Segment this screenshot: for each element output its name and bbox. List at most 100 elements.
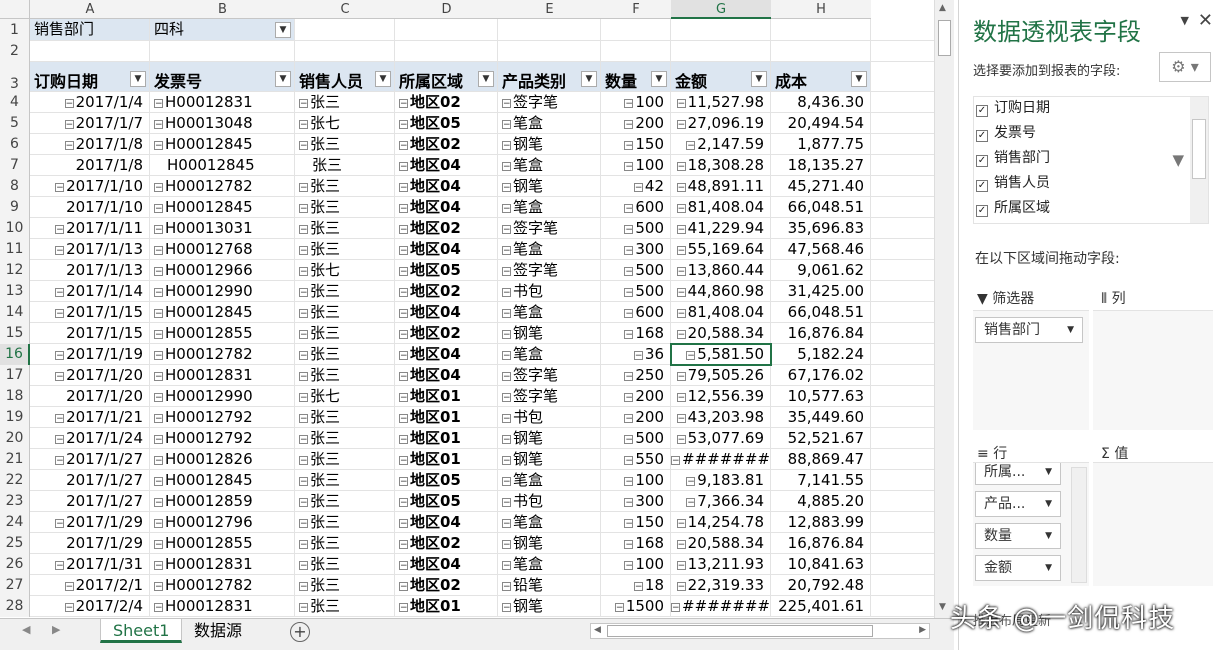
tab-next-icon[interactable]: ▶ (52, 623, 60, 636)
data-cell-b[interactable]: − H00013048 (150, 113, 295, 133)
collapse-icon[interactable]: − (502, 309, 511, 319)
data-cell-h[interactable]: 4,885.20 (771, 491, 871, 511)
data-cell-e[interactable]: − 笔盒 (498, 155, 601, 175)
data-cell-d[interactable]: − 地区05 (395, 260, 498, 280)
data-cell-e[interactable]: − 钢笔 (498, 533, 601, 553)
data-cell-d[interactable]: − 地区01 (395, 428, 498, 448)
data-cell-c[interactable]: − 张三 (295, 596, 395, 616)
collapse-icon[interactable]: − (633, 351, 643, 361)
collapse-icon[interactable]: − (502, 519, 511, 529)
collapse-icon[interactable]: − (64, 141, 74, 151)
row-header-23[interactable]: 23 (0, 491, 30, 512)
data-cell-c[interactable]: − 张三 (295, 554, 395, 574)
collapse-icon[interactable]: − (55, 246, 65, 256)
row-header-20[interactable]: 20 (0, 428, 30, 449)
data-cell-d[interactable]: − 地区02 (395, 575, 498, 595)
data-cell-g[interactable]: −81,408.04 (671, 302, 771, 322)
collapse-icon[interactable]: − (502, 393, 511, 403)
data-cell-a[interactable]: −2017/1/11 (30, 218, 150, 238)
data-cell-b[interactable]: − H00012782 (150, 344, 295, 364)
data-cell-c[interactable]: − 张三 (295, 533, 395, 553)
row-field-chip[interactable]: 产品... ▼ (975, 491, 1061, 517)
collapse-icon[interactable]: − (299, 183, 308, 193)
collapse-icon[interactable]: − (55, 456, 65, 466)
data-cell-f[interactable]: −1500 (601, 596, 671, 616)
collapse-icon[interactable]: − (676, 120, 686, 130)
collapse-icon[interactable]: − (154, 183, 163, 193)
collapse-icon[interactable]: − (676, 519, 686, 529)
collapse-icon[interactable]: − (624, 540, 634, 550)
collapse-icon[interactable]: − (299, 120, 308, 130)
data-cell-d[interactable]: − 地区01 (395, 596, 498, 616)
collapse-icon[interactable]: − (624, 267, 634, 277)
data-cell-b[interactable]: − H00012845 (150, 197, 295, 217)
collapse-icon[interactable]: − (154, 561, 163, 571)
data-cell-e[interactable]: − 书包 (498, 491, 601, 511)
collapse-icon[interactable]: − (154, 477, 163, 487)
data-cell-h[interactable]: 20,792.48 (771, 575, 871, 595)
column-header-a[interactable]: A (30, 0, 150, 19)
data-cell-g[interactable]: −7,366.34 (671, 491, 771, 511)
filter-value-cell[interactable]: 四科 ▼ (150, 19, 295, 40)
data-cell-g[interactable]: −41,229.94 (671, 218, 771, 238)
empty-cell[interactable] (498, 19, 601, 40)
data-cell-c[interactable]: − 张三 (295, 365, 395, 385)
data-cell-e[interactable]: − 钢笔 (498, 449, 601, 469)
row-header-3[interactable]: 3 (0, 62, 30, 92)
data-cell-a[interactable]: −2017/2/1 (30, 575, 150, 595)
chevron-down-icon[interactable]: ▼ (478, 71, 494, 87)
data-cell-e[interactable]: − 笔盒 (498, 239, 601, 259)
collapse-icon[interactable]: − (299, 99, 308, 109)
collapse-icon[interactable]: − (299, 519, 308, 529)
collapse-icon[interactable]: − (399, 603, 408, 613)
collapse-icon[interactable]: − (624, 414, 634, 424)
data-cell-g[interactable]: −20,588.34 (671, 533, 771, 553)
data-cell-f[interactable]: −100 (601, 470, 671, 490)
chevron-down-icon[interactable]: ▼ (581, 71, 597, 87)
collapse-icon[interactable]: − (624, 393, 634, 403)
collapse-icon[interactable]: − (55, 414, 65, 424)
data-cell-h[interactable]: 47,568.46 (771, 239, 871, 259)
data-cell-d[interactable]: − 地区04 (395, 365, 498, 385)
data-cell-d[interactable]: − 地区01 (395, 407, 498, 427)
data-cell-g[interactable]: −22,319.33 (671, 575, 771, 595)
data-cell-g[interactable]: −13,860.44 (671, 260, 771, 280)
collapse-icon[interactable]: − (154, 372, 163, 382)
data-cell-c[interactable]: − 张三 (295, 197, 395, 217)
data-cell-e[interactable]: − 签字笔 (498, 92, 601, 112)
collapse-icon[interactable]: − (624, 456, 634, 466)
empty-cell[interactable] (771, 19, 871, 40)
row-header-5[interactable]: 5 (0, 113, 30, 134)
data-cell-g[interactable]: −44,860.98 (671, 281, 771, 301)
tab-prev-icon[interactable]: ◀ (22, 623, 30, 636)
collapse-icon[interactable]: − (299, 498, 308, 508)
pivot-header-cell[interactable]: 产品类别 ▼ (498, 62, 601, 91)
field-item[interactable]: ✓ 销售部门 (974, 147, 1050, 169)
collapse-icon[interactable]: − (502, 267, 511, 277)
data-cell-d[interactable]: − 地区05 (395, 470, 498, 490)
row-header-26[interactable]: 26 (0, 554, 30, 575)
row-header-25[interactable]: 25 (0, 533, 30, 554)
data-cell-f[interactable]: −100 (601, 554, 671, 574)
data-cell-f[interactable]: −250 (601, 365, 671, 385)
collapse-icon[interactable]: − (399, 246, 408, 256)
collapse-icon[interactable]: − (676, 162, 686, 172)
collapse-icon[interactable]: − (676, 267, 686, 277)
rows-area-scrollbar[interactable] (1071, 467, 1087, 583)
data-cell-g[interactable]: −43,203.98 (671, 407, 771, 427)
data-cell-a[interactable]: −2017/1/10 (30, 176, 150, 196)
data-cell-d[interactable]: − 地区01 (395, 449, 498, 469)
row-header-22[interactable]: 22 (0, 470, 30, 491)
data-cell-f[interactable]: −300 (601, 491, 671, 511)
collapse-icon[interactable]: − (154, 204, 163, 214)
collapse-icon[interactable]: − (624, 288, 634, 298)
row-header-12[interactable]: 12 (0, 260, 30, 281)
data-cell-g[interactable]: −20,588.34 (671, 323, 771, 343)
collapse-icon[interactable]: − (676, 540, 686, 550)
row-header-1[interactable]: 1 (0, 19, 30, 41)
data-cell-b[interactable]: − H00012859 (150, 491, 295, 511)
collapse-icon[interactable]: − (299, 141, 308, 151)
collapse-icon[interactable]: − (624, 519, 634, 529)
collapse-icon[interactable]: − (676, 414, 686, 424)
data-cell-e[interactable]: − 钢笔 (498, 596, 601, 616)
